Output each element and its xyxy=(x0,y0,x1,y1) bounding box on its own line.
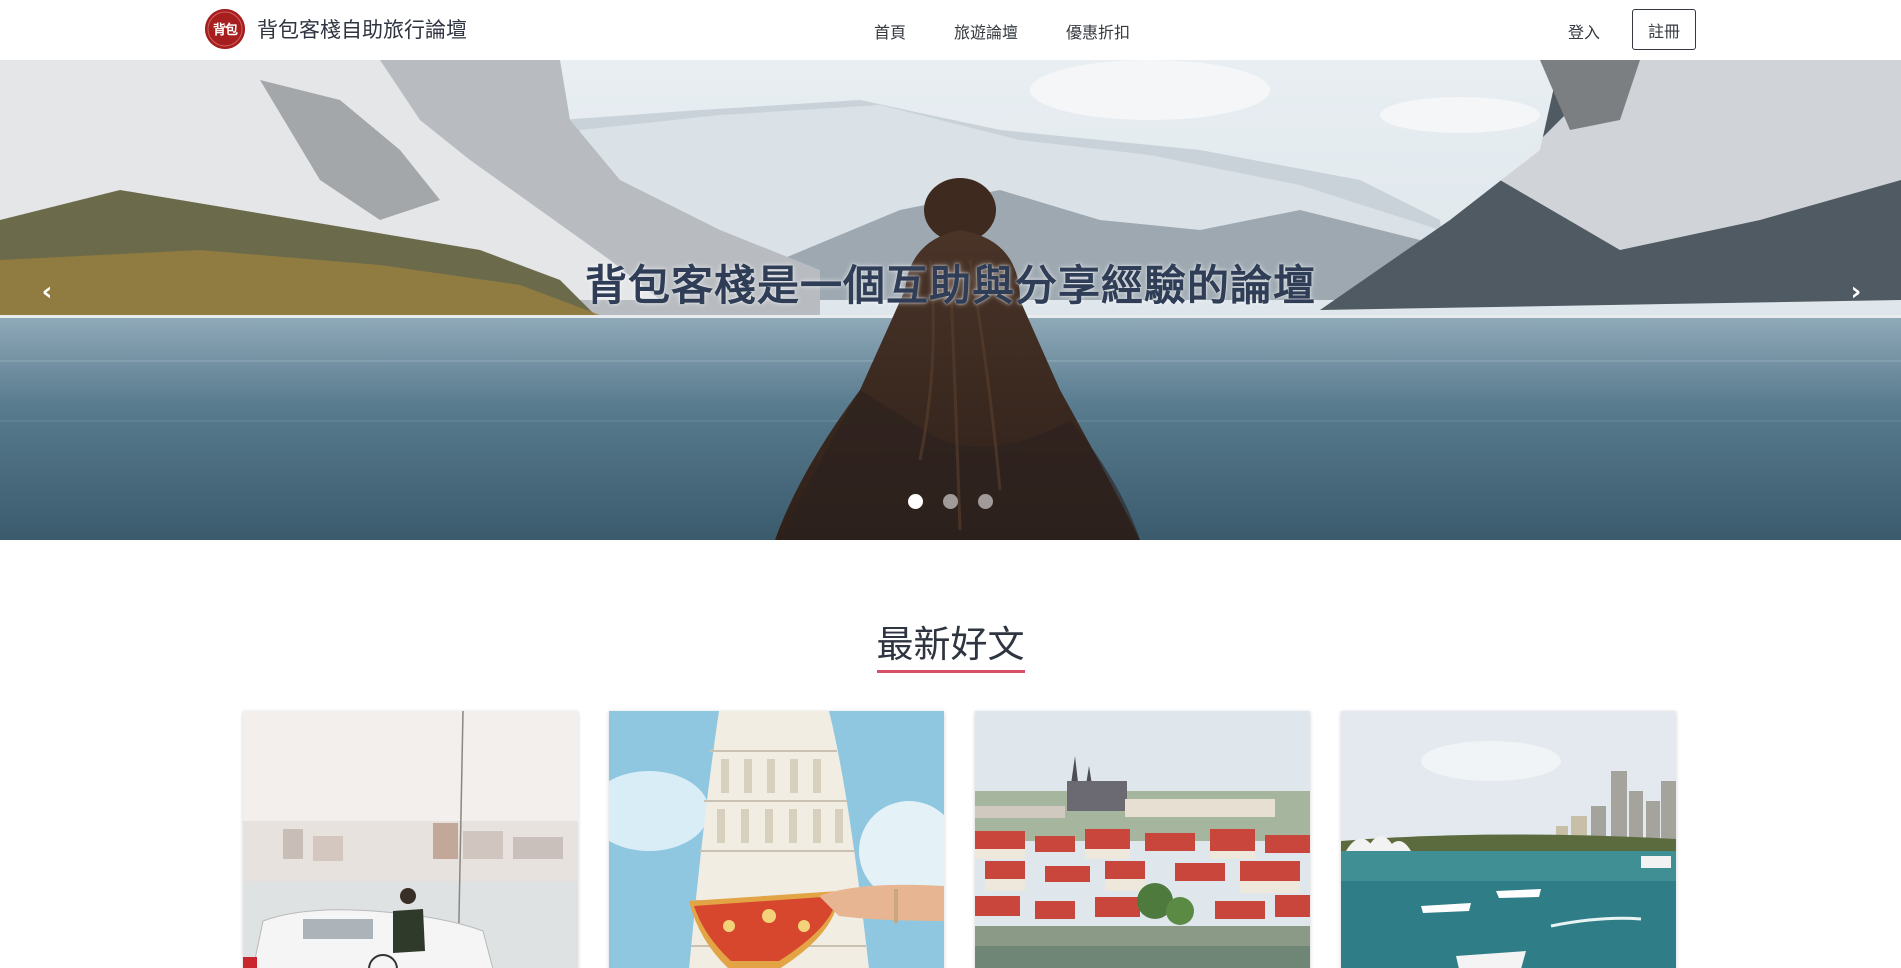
chevron-right-icon: › xyxy=(1850,277,1862,307)
carousel-indicator-2[interactable] xyxy=(943,494,958,509)
sydney-harbour-photo xyxy=(1341,711,1676,968)
latest-posts-heading: 最新好文 xyxy=(0,614,1901,673)
carousel-indicator-1[interactable] xyxy=(908,494,923,509)
leaning-tower-pizza-photo xyxy=(609,711,944,968)
post-card[interactable] xyxy=(975,711,1310,968)
latest-posts-cards xyxy=(243,711,1677,968)
svg-text:背包: 背包 xyxy=(213,22,238,38)
site-name: 背包客棧自助旅行論壇 xyxy=(257,18,467,42)
backpacker-inn-logo-icon: 背包 xyxy=(205,9,245,49)
signup-button[interactable]: 註冊 xyxy=(1632,9,1696,50)
section-title-text: 最新好文 xyxy=(876,614,1025,673)
nav-link-deals[interactable]: 優惠折扣 xyxy=(1042,19,1154,43)
post-card[interactable] xyxy=(243,711,578,968)
post-card[interactable] xyxy=(609,711,944,968)
bicycle-rider-waterfront-photo xyxy=(243,711,578,968)
carousel-prev-button[interactable]: ‹ xyxy=(35,277,59,307)
login-link[interactable]: 登入 xyxy=(1568,19,1600,43)
carousel-indicator-3[interactable] xyxy=(978,494,993,509)
chevron-left-icon: ‹ xyxy=(41,277,53,307)
brand-home-link[interactable]: 背包 背包客棧自助旅行論壇 xyxy=(205,9,467,49)
main-nav: 首頁 旅遊論壇 優惠折扣 xyxy=(862,19,1154,43)
nav-link-forum[interactable]: 旅遊論壇 xyxy=(930,19,1042,43)
hero-caption: 背包客棧是一個互助與分享經驗的論壇 xyxy=(584,261,1316,310)
hero-carousel: 背包客棧是一個互助與分享經驗的論壇 ‹ › xyxy=(0,60,1901,540)
carousel-next-button[interactable]: › xyxy=(1844,277,1868,307)
nav-link-home[interactable]: 首頁 xyxy=(862,19,930,43)
post-card[interactable] xyxy=(1341,711,1676,968)
top-navbar: 背包 背包客棧自助旅行論壇 首頁 旅遊論壇 優惠折扣 登入 註冊 xyxy=(0,0,1901,60)
carousel-indicators xyxy=(0,494,1901,509)
prague-castle-city-photo xyxy=(975,711,1310,968)
